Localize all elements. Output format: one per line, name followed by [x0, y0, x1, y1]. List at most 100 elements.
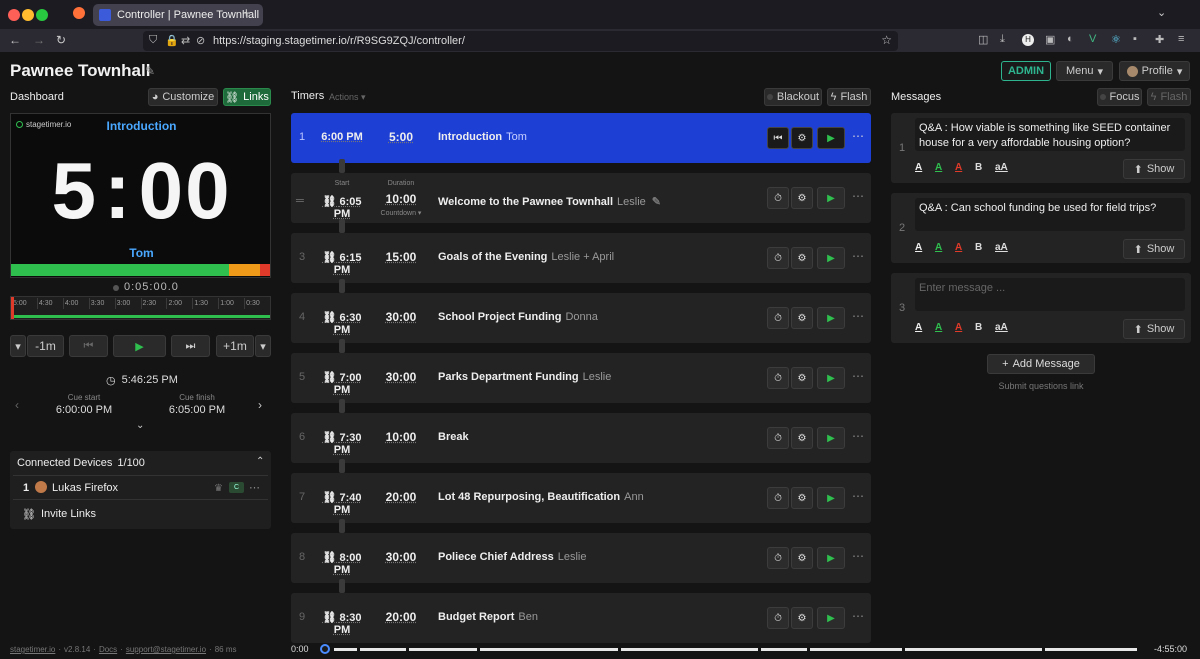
back-icon[interactable]: ←: [9, 33, 21, 47]
row-start-time[interactable]: 6:00 PM: [313, 131, 371, 143]
blackout-button[interactable]: Blackout: [764, 88, 822, 106]
start-button[interactable]: ▶: [817, 607, 845, 629]
react-devtools-icon[interactable]: ⚛: [1111, 33, 1121, 46]
timer-row[interactable]: 7 ⛓ 7:40 PM 20:00 Lot 48 Repurposing, Beaut…: [291, 473, 871, 523]
start-button[interactable]: ▶: [817, 367, 845, 389]
devices-header[interactable]: Connected Devices 1/100: [17, 457, 145, 469]
row-more-icon[interactable]: ⋯: [852, 489, 864, 503]
plus-options-dropdown[interactable]: ▾: [255, 335, 271, 357]
text-white-button[interactable]: A: [915, 162, 922, 173]
focus-button[interactable]: Focus: [1097, 88, 1142, 106]
reload-icon[interactable]: ↻: [56, 33, 66, 47]
timeline-segment[interactable]: [408, 648, 478, 651]
row-duration[interactable]: 15:00: [376, 250, 426, 264]
settings-button[interactable]: ⚙: [791, 367, 813, 389]
device-more-icon[interactable]: ⋯: [249, 481, 260, 494]
bookmark-star-icon[interactable]: ☆: [881, 33, 892, 47]
timer-row[interactable]: 3 ⛓ 6:15 PM 15:00 Goals of the Evening Lesli…: [291, 233, 871, 283]
close-window-icon[interactable]: [8, 9, 20, 21]
text-red-button[interactable]: A: [955, 322, 962, 333]
timer-row[interactable]: 5 ⛓ 7:00 PM 30:00 Parks Department Funding L…: [291, 353, 871, 403]
minus-1m-button[interactable]: -1m: [27, 335, 64, 357]
row-start-time[interactable]: ⛓ 7:00 PM: [313, 371, 371, 396]
extensions-puzzle-icon[interactable]: ✚: [1155, 33, 1164, 46]
url-bar[interactable]: ⛉ 🔒 ⇄ ⊘ https://staging.stagetimer.io/r/…: [143, 31, 898, 51]
forward-icon[interactable]: →: [33, 33, 45, 47]
row-more-icon[interactable]: ⋯: [852, 609, 864, 623]
admin-badge[interactable]: ADMIN: [1001, 61, 1051, 81]
case-button[interactable]: aA: [995, 162, 1008, 173]
submit-questions-link[interactable]: Submit questions link: [891, 381, 1191, 391]
row-duration[interactable]: 30:00: [376, 550, 426, 564]
start-button[interactable]: ▶: [817, 187, 845, 209]
row-more-icon[interactable]: ⋯: [852, 369, 864, 383]
text-red-button[interactable]: A: [955, 162, 962, 173]
add-message-button[interactable]: + Add Message: [987, 354, 1095, 374]
cue-scrubber[interactable]: 5:00 4:30 4:00 3:30 3:00 2:30 2:00 1:30 1:00 0:30: [10, 296, 271, 320]
next-cue-button[interactable]: ⏭: [171, 335, 210, 357]
cue-timer-button[interactable]: ⏱: [767, 607, 789, 629]
row-more-icon[interactable]: ⋯: [852, 549, 864, 563]
message-text[interactable]: Q&A : How viable is something like SEED …: [915, 118, 1185, 151]
settings-button[interactable]: ⚙: [791, 487, 813, 509]
row-more-icon[interactable]: ⋯: [852, 129, 864, 143]
plus-1m-button[interactable]: +1m: [216, 335, 254, 357]
next-arrow-icon[interactable]: ›: [258, 398, 262, 412]
pocket-icon[interactable]: ◫: [978, 33, 988, 46]
timer-row[interactable]: ═ Start Duration Countdown ▾ ⛓ 6:05 PM 10:00 W…: [291, 173, 871, 223]
settings-button[interactable]: ⚙: [791, 307, 813, 329]
links-button[interactable]: ⛓ Links: [223, 88, 271, 106]
reset-button[interactable]: ⏮: [767, 127, 789, 149]
settings-button[interactable]: ⚙: [791, 247, 813, 269]
timeline-segment[interactable]: [620, 648, 759, 651]
row-title[interactable]: School Project Funding Donna: [438, 311, 598, 323]
cue-timer-button[interactable]: ⏱: [767, 247, 789, 269]
start-button[interactable]: ▶: [817, 487, 845, 509]
row-start-time[interactable]: ⛓ 6:05 PM: [313, 195, 371, 220]
row-title[interactable]: Introduction Tom: [438, 131, 527, 143]
footer-brand-link[interactable]: stagetimer.io: [10, 645, 55, 654]
customize-button[interactable]: ◕ Customize: [148, 88, 218, 106]
drag-handle-icon[interactable]: ═: [296, 195, 304, 207]
expand-chevron-icon[interactable]: ⌄: [136, 420, 144, 431]
cue-timer-button[interactable]: ⏱: [767, 187, 789, 209]
bold-button[interactable]: B: [975, 322, 982, 333]
timeline-segment[interactable]: [810, 648, 902, 651]
extension-shield-icon[interactable]: ▣: [1045, 33, 1055, 46]
shield-icon[interactable]: ⛉: [149, 34, 157, 47]
start-button[interactable]: ▶: [817, 247, 845, 269]
row-title[interactable]: Goals of the Evening Leslie + April: [438, 251, 614, 263]
timer-type-dropdown[interactable]: Countdown ▾: [371, 209, 431, 217]
start-button[interactable]: ▶: [817, 427, 845, 449]
row-more-icon[interactable]: ⋯: [852, 249, 864, 263]
vue-devtools-icon[interactable]: V: [1089, 33, 1096, 45]
settings-button[interactable]: ⚙: [791, 547, 813, 569]
text-white-button[interactable]: A: [915, 322, 922, 333]
permissions-icon[interactable]: ⇄: [181, 34, 190, 47]
play-button[interactable]: ▶: [113, 335, 166, 357]
case-button[interactable]: aA: [995, 322, 1008, 333]
row-start-time[interactable]: ⛓ 7:40 PM: [313, 491, 371, 516]
edit-icon[interactable]: ✎: [652, 196, 661, 208]
start-button[interactable]: ▶: [817, 127, 845, 149]
bold-button[interactable]: B: [975, 242, 982, 253]
row-duration[interactable]: 10:00: [376, 430, 426, 444]
timer-row[interactable]: 4 ⛓ 6:30 PM 30:00 School Project Funding Don…: [291, 293, 871, 343]
previous-cue-button[interactable]: ⏮: [69, 335, 108, 357]
row-duration[interactable]: 10:00: [376, 192, 426, 206]
row-more-icon[interactable]: ⋯: [852, 189, 864, 203]
timeline-segment[interactable]: [904, 648, 1043, 651]
extension-text-icon[interactable]: ▪: [1133, 33, 1137, 45]
timeline-segment[interactable]: [1045, 648, 1137, 651]
timer-row[interactable]: 1 6:00 PM 5:00 Introduction Tom ⏮ ⚙ ▶ ⋯: [291, 113, 871, 163]
flash-button[interactable]: ϟ Flash: [827, 88, 871, 106]
show-message-button[interactable]: ⬆ Show: [1123, 239, 1185, 259]
footer-support-link[interactable]: support@stagetimer.io: [126, 645, 206, 654]
row-title[interactable]: Poliece Chief Address Leslie: [438, 551, 587, 563]
text-white-button[interactable]: A: [915, 242, 922, 253]
row-title[interactable]: Budget Report Ben: [438, 611, 538, 623]
app-menu-icon[interactable]: ≡: [1178, 33, 1184, 45]
download-icon[interactable]: ⤓: [1000, 33, 1005, 46]
message-flash-button[interactable]: ϟ Flash: [1147, 88, 1191, 106]
row-title[interactable]: Lot 48 Repurposing, Beautification Ann: [438, 491, 644, 503]
